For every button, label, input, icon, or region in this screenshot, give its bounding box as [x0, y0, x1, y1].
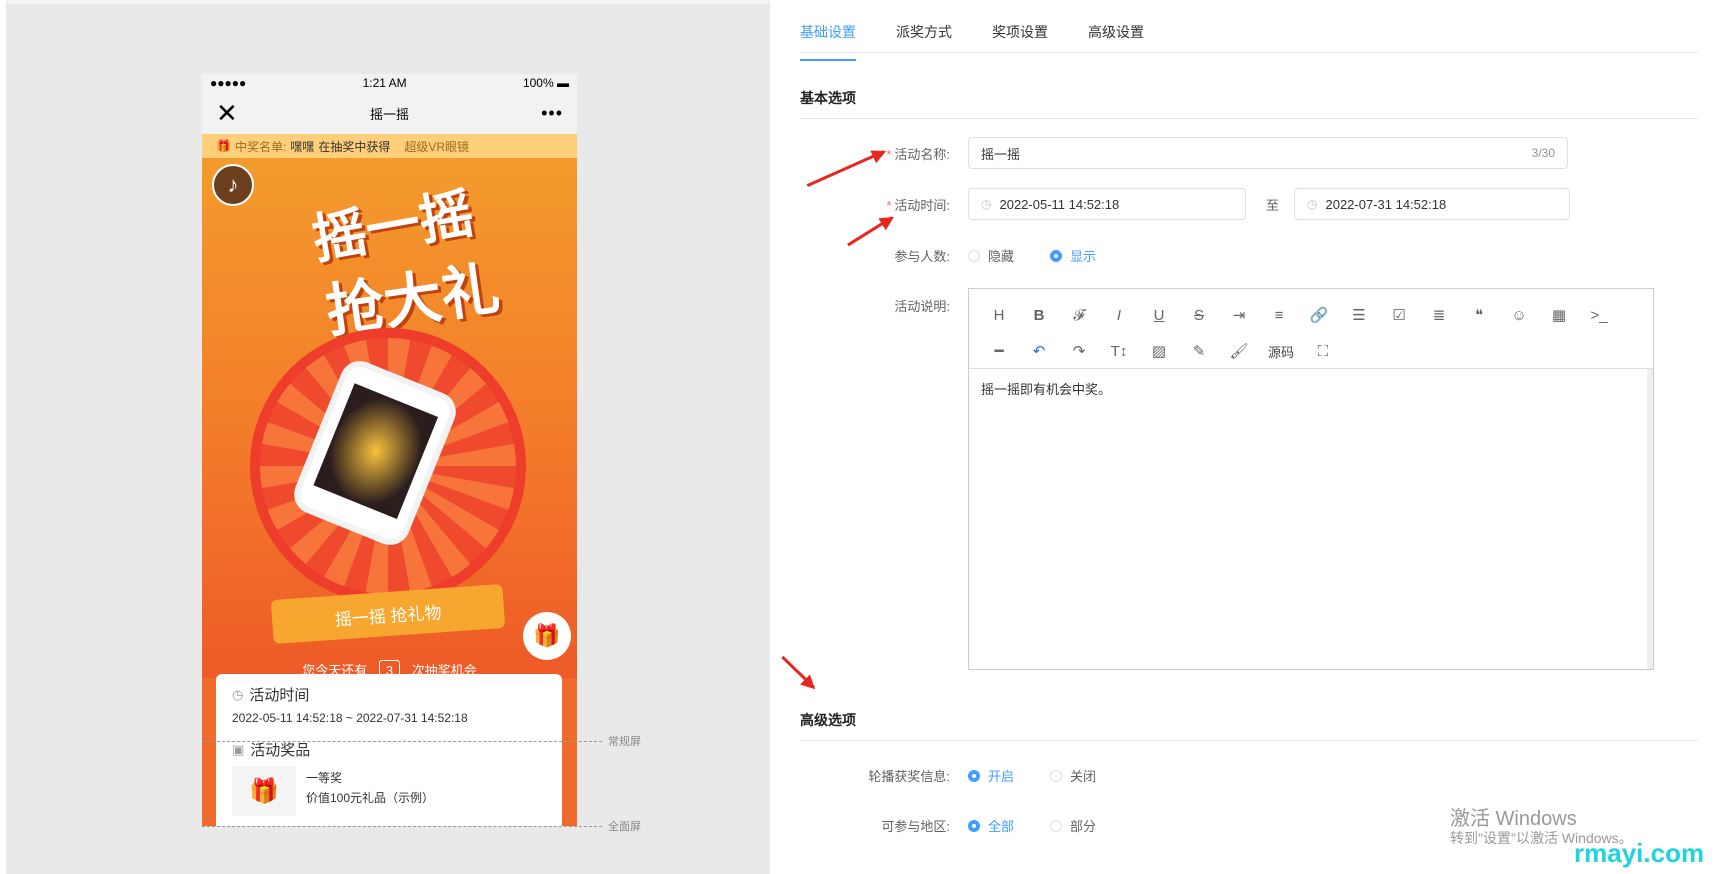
- carousel-off-radio[interactable]: 关闭: [1050, 766, 1096, 785]
- redo-icon[interactable]: ↷: [1059, 333, 1099, 369]
- end-time-value: 2022-07-31 14:52:18: [1325, 196, 1447, 212]
- checkbox-icon[interactable]: ☑: [1379, 297, 1419, 333]
- full-screen-label: 全面屏: [608, 821, 641, 833]
- more-icon[interactable]: •••: [541, 103, 563, 124]
- normal-screen-label: 常规屏: [608, 736, 641, 748]
- activation-watermark-title: 激活 Windows: [1450, 808, 1577, 830]
- link-icon[interactable]: 🔗: [1299, 297, 1339, 333]
- quote-icon[interactable]: ❝: [1459, 297, 1499, 333]
- full-screen-guide: [202, 826, 602, 827]
- font-icon[interactable]: 𝓕: [1059, 297, 1099, 333]
- event-poster: ♪ 摇一摇 抢大礼 摇一摇 抢礼物 🎁 您今天还有 3 次抽奖机会: [202, 158, 577, 681]
- region-label: 可参与地区:: [881, 819, 950, 834]
- start-time-value: 2022-05-11 14:52:18: [999, 196, 1120, 212]
- top-divider: [6, 0, 770, 4]
- time-card-range: 2022-05-11 14:52:18 ~ 2022-07-31 14:52:1…: [232, 711, 468, 725]
- winner-action: 在抽奖中获得: [318, 139, 391, 154]
- normal-screen-guide: [202, 741, 602, 742]
- winner-ticker: 🎁 中奖名单: 嘿嘿 在抽奖中获得 超级VR眼镜: [202, 134, 577, 158]
- site-watermark: rmayi.com: [1574, 838, 1705, 868]
- preview-pane: ●●●●● 1:21 AM 100% ▬ ✕ 摇一摇 ••• 🎁 中奖名单: 嘿…: [0, 0, 770, 874]
- tab-advanced[interactable]: 高级设置: [1088, 22, 1144, 52]
- advanced-section-title: 高级选项: [800, 710, 1698, 741]
- prize-desc: 价值100元礼品（示例）: [306, 791, 435, 805]
- winner-name: 嘿嘿: [290, 139, 315, 154]
- divider-icon[interactable]: ━: [979, 333, 1019, 369]
- winner-prize: 超级VR眼镜: [404, 139, 469, 154]
- phone-nav-bar: ✕ 摇一摇 •••: [202, 92, 577, 134]
- tab-prizes[interactable]: 奖项设置: [992, 22, 1048, 52]
- editor-toolbar: H B 𝓕 I U S ⇥ ≡ 🔗 ☰ ☑ ≣ ❝ ☺ ▦ >_ ━ ↶ ↷ T…: [969, 289, 1653, 369]
- region-part-radio[interactable]: 部分: [1050, 816, 1096, 835]
- prize-level: 一等奖: [306, 771, 343, 785]
- clear-format-icon[interactable]: ✎: [1179, 333, 1219, 369]
- source-code-button[interactable]: 源码: [1259, 333, 1303, 369]
- strikethrough-icon[interactable]: S: [1179, 297, 1219, 333]
- close-icon[interactable]: ✕: [216, 100, 238, 126]
- participants-hide-radio[interactable]: 隐藏: [968, 246, 1014, 265]
- line-height-icon[interactable]: ≡: [1259, 297, 1299, 333]
- text-size-icon[interactable]: T↕: [1099, 333, 1139, 369]
- char-counter: 3/30: [1531, 146, 1555, 160]
- fullscreen-icon[interactable]: ⛶: [1303, 333, 1343, 369]
- heading-icon[interactable]: H: [979, 297, 1019, 333]
- time-label: * 活动时间:: [886, 198, 950, 213]
- phone-preview: ●●●●● 1:21 AM 100% ▬ ✕ 摇一摇 ••• 🎁 中奖名单: 嘿…: [202, 74, 577, 826]
- image-icon[interactable]: ▨: [1139, 333, 1179, 369]
- battery-indicator: 100% ▬: [522, 76, 569, 90]
- rich-text-editor: H B 𝓕 I U S ⇥ ≡ 🔗 ☰ ☑ ≣ ❝ ☺ ▦ >_ ━ ↶ ↷ T…: [968, 288, 1654, 670]
- phone-status-bar: ●●●●● 1:21 AM 100% ▬: [202, 74, 577, 92]
- participants-show-radio[interactable]: 显示: [1050, 246, 1096, 265]
- activity-name-value: 摇一摇: [981, 146, 1021, 162]
- description-label: 活动说明:: [894, 299, 950, 314]
- settings-pane: 基础设置 派奖方式 奖项设置 高级设置 基本选项 * 活动名称: 摇一摇 3/30…: [800, 0, 1700, 874]
- carousel-on-radio[interactable]: 开启: [968, 766, 1014, 785]
- winner-prefix: 中奖名单:: [234, 139, 287, 154]
- carousel-label: 轮播获奖信息:: [868, 769, 950, 784]
- editor-content[interactable]: 摇一摇即有机会中奖。: [969, 369, 1653, 408]
- left-strip: [0, 0, 6, 874]
- brush-icon[interactable]: 🖌: [1219, 333, 1259, 369]
- prize-item: 🎁 一等奖 价值100元礼品（示例）: [232, 766, 546, 816]
- participants-label: 参与人数:: [894, 249, 950, 264]
- settings-tabs: 基础设置 派奖方式 奖项设置 高级设置: [800, 22, 1698, 61]
- clock-icon: ◷: [1307, 197, 1318, 211]
- phone-page-title: 摇一摇: [369, 106, 409, 122]
- basic-section-title: 基本选项: [800, 88, 1698, 119]
- bold-icon[interactable]: B: [1019, 297, 1059, 333]
- italic-icon[interactable]: I: [1099, 297, 1139, 333]
- status-time: 1:21 AM: [362, 76, 407, 90]
- indent-icon[interactable]: ⇥: [1219, 297, 1259, 333]
- align-icon[interactable]: ≣: [1419, 297, 1459, 333]
- underline-icon[interactable]: U: [1139, 297, 1179, 333]
- code-icon[interactable]: >_: [1579, 297, 1619, 333]
- list-icon[interactable]: ☰: [1339, 297, 1379, 333]
- prize-image: 🎁: [232, 766, 296, 816]
- clock-icon: ◷: [232, 686, 244, 702]
- poster-ribbon: 摇一摇 抢礼物: [270, 583, 506, 645]
- info-card: ◷ 活动时间 2022-05-11 14:52:18 ~ 2022-07-31 1…: [216, 674, 562, 826]
- region-all-radio[interactable]: 全部: [968, 816, 1014, 835]
- tab-basic[interactable]: 基础设置: [800, 22, 856, 61]
- gift-icon: 🎁: [216, 139, 231, 153]
- time-separator: 至: [1266, 198, 1280, 213]
- time-card-title: ◷ 活动时间: [232, 686, 310, 705]
- start-time-picker[interactable]: ◷ 2022-05-11 14:52:18: [968, 188, 1246, 220]
- end-time-picker[interactable]: ◷ 2022-07-31 14:52:18: [1294, 188, 1570, 220]
- gift-outline-icon: ▣: [232, 741, 245, 757]
- poster-headline: 摇一摇 抢大礼: [242, 168, 542, 345]
- tab-distribution[interactable]: 派奖方式: [896, 22, 952, 52]
- gift-box-icon[interactable]: 🎁: [523, 612, 571, 660]
- undo-icon[interactable]: ↶: [1019, 333, 1059, 369]
- editor-scrollbar[interactable]: [1647, 369, 1653, 669]
- table-icon[interactable]: ▦: [1539, 297, 1579, 333]
- prize-card-title: ▣ 活动奖品: [232, 741, 311, 760]
- signal-indicator: ●●●●●: [210, 76, 247, 90]
- activity-name-input[interactable]: 摇一摇 3/30: [968, 137, 1568, 169]
- emoji-icon[interactable]: ☺: [1499, 297, 1539, 333]
- clock-icon: ◷: [981, 197, 992, 211]
